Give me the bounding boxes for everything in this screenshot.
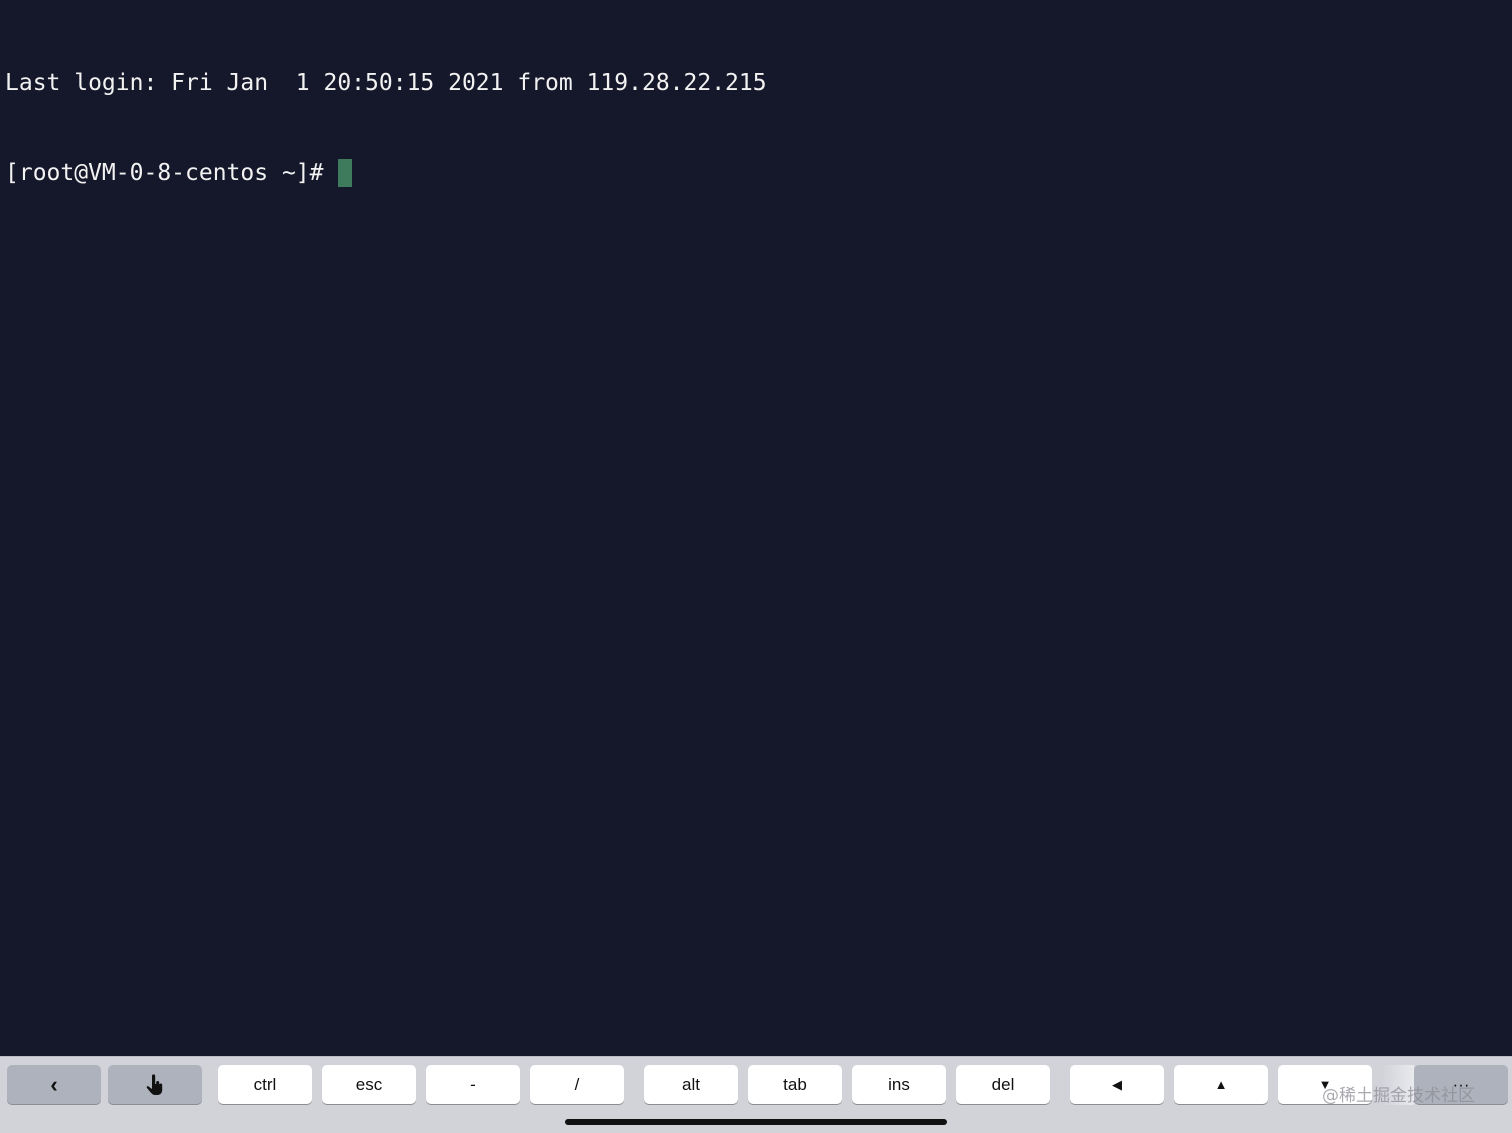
slash-key[interactable]: / [530, 1065, 624, 1104]
ins-key[interactable]: ins [852, 1065, 946, 1104]
ctrl-key[interactable]: ctrl [218, 1065, 312, 1104]
back-button[interactable]: ‹ [7, 1065, 101, 1104]
del-key[interactable]: del [956, 1065, 1050, 1104]
last-login-line: Last login: Fri Jan 1 20:50:15 2021 from… [5, 70, 767, 96]
touch-mode-button[interactable] [108, 1065, 202, 1104]
esc-key[interactable]: esc [322, 1065, 416, 1104]
text-cursor [337, 159, 352, 187]
shell-prompt: [root@VM-0-8-centos ~]# [5, 160, 324, 186]
tab-key[interactable]: tab [748, 1065, 842, 1104]
home-indicator[interactable] [565, 1119, 947, 1125]
chevron-left-icon: ‹ [50, 1071, 58, 1097]
prompt-line[interactable]: [root@VM-0-8-centos ~]# [5, 158, 1512, 188]
arrow-up-icon: ▲ [1214, 1077, 1228, 1092]
alt-key[interactable]: alt [644, 1065, 738, 1104]
hand-pointer-icon [146, 1073, 163, 1095]
arrow-up-key[interactable]: ▲ [1174, 1065, 1268, 1104]
watermark: @稀土掘金技术社区 [1322, 1086, 1475, 1106]
dash-key[interactable]: - [426, 1065, 520, 1104]
arrow-left-icon: ◀ [1112, 1076, 1122, 1092]
arrow-left-key[interactable]: ◀ [1070, 1065, 1164, 1104]
terminal-output[interactable]: Last login: Fri Jan 1 20:50:15 2021 from… [0, 0, 1512, 1056]
